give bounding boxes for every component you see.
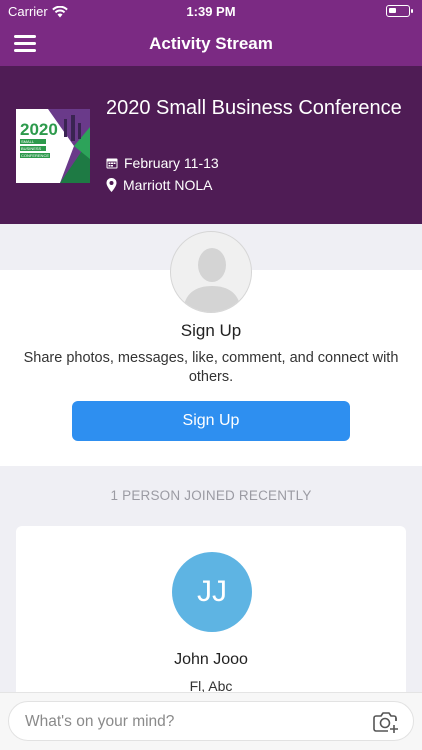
sign-up-button[interactable]: Sign Up: [72, 401, 350, 441]
compose-input[interactable]: What's on your mind?: [8, 701, 414, 741]
map-pin-icon: [106, 178, 117, 192]
event-title: 2020 Small Business Conference: [106, 97, 402, 119]
event-logo: 2020 SMALL BUSINESS CONFERENCE: [16, 109, 90, 183]
event-header: 2020 SMALL BUSINESS CONFERENCE 2020 Smal…: [0, 66, 422, 224]
logo-year: 2020: [20, 120, 58, 139]
battery-icon: [386, 5, 413, 17]
event-date-text: February 11-13: [124, 155, 219, 171]
camera-add-icon[interactable]: [373, 710, 399, 734]
logo-line1: SMALL: [21, 139, 35, 144]
joined-recently-header: 1 PERSON JOINED RECENTLY: [110, 488, 312, 503]
person-placeholder-icon: [170, 231, 252, 313]
logo-line2: BUSINESS: [21, 146, 42, 151]
compose-placeholder: What's on your mind?: [25, 713, 175, 730]
person-name: John Jooo: [174, 651, 248, 668]
signup-title: Sign Up: [180, 321, 242, 340]
page-title: Activity Stream: [149, 34, 273, 53]
compose-bar: What's on your mind?: [0, 692, 422, 750]
navigation-bar: Activity Stream: [0, 22, 422, 66]
event-location: Marriott NOLA: [106, 177, 212, 193]
avatar: JJ: [172, 552, 252, 632]
event-location-text: Marriott NOLA: [123, 177, 213, 193]
calendar-icon: [106, 158, 118, 169]
logo-line3: CONFERENCE: [21, 153, 49, 158]
clock: 1:39 PM: [186, 4, 236, 19]
status-bar: Carrier 1:39 PM: [0, 0, 422, 22]
activity-stream-screen: Carrier 1:39 PM Activity Stream 2020 SMA…: [0, 0, 422, 750]
signup-description: Share photos, messages, like, comment, a…: [23, 350, 399, 385]
event-date: February 11-13: [106, 155, 219, 171]
